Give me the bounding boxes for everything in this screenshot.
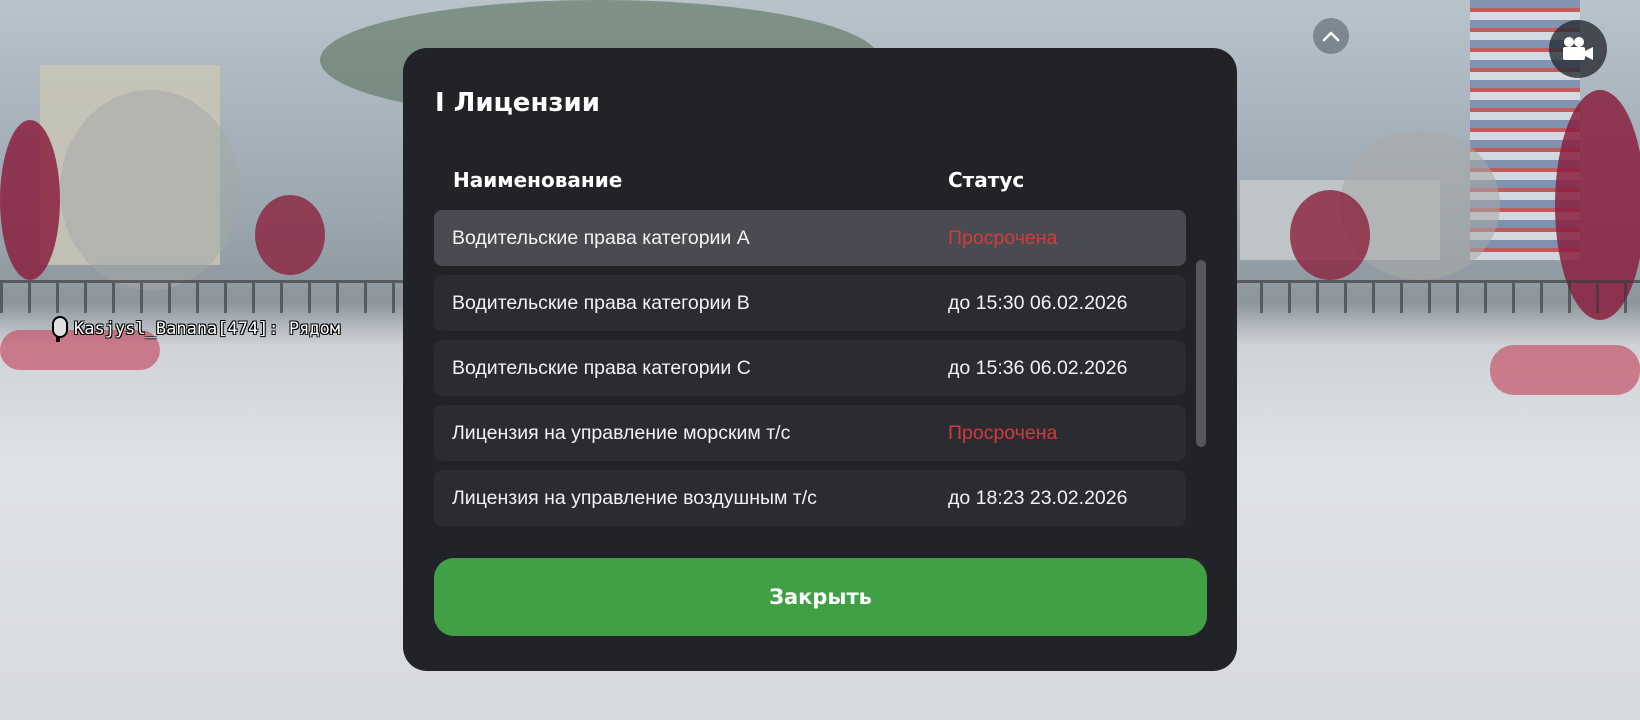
license-row[interactable]: Лицензия на управление воздушным т/с до … <box>434 470 1186 526</box>
collapse-button[interactable] <box>1313 18 1349 54</box>
license-status: до 18:23 23.02.2026 <box>948 486 1128 509</box>
license-name: Водительские права категории A <box>452 226 750 249</box>
license-name: Водительские права категории B <box>452 291 750 314</box>
license-list[interactable]: Водительские права категории A Просрочен… <box>434 210 1186 570</box>
license-row[interactable]: Водительские права категории C до 15:36 … <box>434 340 1186 396</box>
license-name: Водительские права категории C <box>452 356 751 379</box>
player-name: Kasjysl_Banana[474]: Рядом <box>74 319 341 339</box>
tree <box>1290 190 1370 280</box>
license-status: Просрочена <box>948 421 1058 444</box>
license-status: Просрочена <box>948 226 1058 249</box>
license-row[interactable]: Водительские права категории A Просрочен… <box>434 210 1186 266</box>
license-row[interactable]: Водительские права категории B до 15:30 … <box>434 275 1186 331</box>
column-header-status: Статус <box>948 168 1025 192</box>
chevron-up-icon <box>1322 31 1340 42</box>
license-name: Лицензия на управление морским т/с <box>452 421 791 444</box>
scrollbar-thumb[interactable] <box>1196 260 1206 447</box>
licenses-modal: I Лицензии Наименование Статус Водительс… <box>403 48 1237 671</box>
player-voice-tag: Kasjysl_Banana[474]: Рядом <box>50 316 340 342</box>
scrollbar[interactable] <box>1196 210 1206 570</box>
close-button[interactable]: Закрыть <box>434 558 1207 636</box>
tree <box>0 120 60 280</box>
license-status: до 15:36 06.02.2026 <box>948 356 1128 379</box>
video-camera-icon <box>1563 37 1593 60</box>
license-row[interactable]: Лицензия на управление морским т/с Проср… <box>434 405 1186 461</box>
license-status: до 15:30 06.02.2026 <box>948 291 1128 314</box>
tree <box>255 195 325 275</box>
column-header-name: Наименование <box>453 168 623 192</box>
microphone-icon <box>50 316 68 342</box>
license-name: Лицензия на управление воздушным т/с <box>452 486 817 509</box>
tree <box>60 90 240 290</box>
flowerbed <box>1490 345 1640 395</box>
modal-title: I Лицензии <box>435 88 600 118</box>
camera-button[interactable] <box>1549 20 1607 78</box>
